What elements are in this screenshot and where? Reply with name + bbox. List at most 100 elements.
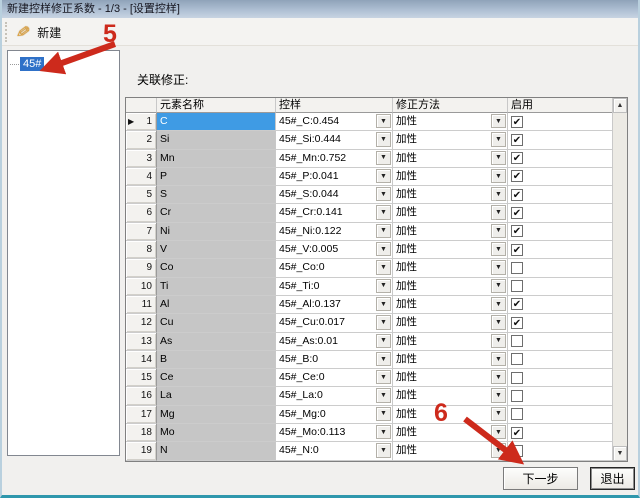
dropdown-arrow-icon[interactable]: ▼ — [376, 151, 391, 165]
correction-method-combobox[interactable]: 加性▼ — [393, 351, 508, 369]
dropdown-arrow-icon[interactable]: ▼ — [491, 352, 506, 366]
dropdown-arrow-icon[interactable]: ▼ — [376, 132, 391, 146]
dropdown-arrow-icon[interactable]: ▼ — [376, 260, 391, 274]
dropdown-arrow-icon[interactable]: ▼ — [376, 388, 391, 402]
dropdown-arrow-icon[interactable]: ▼ — [491, 169, 506, 183]
enable-checkbox[interactable]: ✔ — [511, 134, 523, 146]
enable-cell[interactable]: ✔ — [508, 150, 612, 168]
dropdown-arrow-icon[interactable]: ▼ — [376, 352, 391, 366]
enable-cell[interactable] — [508, 351, 612, 369]
dropdown-arrow-icon[interactable]: ▼ — [491, 279, 506, 293]
enable-checkbox[interactable]: ✔ — [511, 207, 523, 219]
enable-cell[interactable] — [508, 259, 612, 277]
correction-method-combobox[interactable]: 加性▼ — [393, 442, 508, 460]
dropdown-arrow-icon[interactable]: ▼ — [376, 297, 391, 311]
row-header-cell[interactable]: 8 — [126, 241, 157, 259]
control-sample-combobox[interactable]: 45#_As:0.01▼ — [276, 333, 393, 351]
enable-checkbox[interactable]: ✔ — [511, 427, 523, 439]
scroll-down-icon[interactable]: ▼ — [613, 446, 627, 461]
correction-method-combobox[interactable]: 加性▼ — [393, 314, 508, 332]
enable-checkbox[interactable]: ✔ — [511, 244, 523, 256]
row-header-cell[interactable]: 17 — [126, 406, 157, 424]
enable-cell[interactable]: ✔ — [508, 113, 612, 131]
control-sample-combobox[interactable]: 45#_Ti:0▼ — [276, 278, 393, 296]
row-header-cell[interactable]: 1▶ — [126, 113, 157, 131]
element-name-cell[interactable]: N — [157, 442, 276, 460]
dropdown-arrow-icon[interactable]: ▼ — [491, 425, 506, 439]
scroll-up-icon[interactable]: ▲ — [613, 98, 627, 113]
element-name-cell[interactable]: Mg — [157, 406, 276, 424]
enable-cell[interactable]: ✔ — [508, 296, 612, 314]
correction-method-combobox[interactable]: 加性▼ — [393, 424, 508, 442]
dropdown-arrow-icon[interactable]: ▼ — [376, 334, 391, 348]
dropdown-arrow-icon[interactable]: ▼ — [376, 169, 391, 183]
correction-method-combobox[interactable]: 加性▼ — [393, 406, 508, 424]
enable-checkbox[interactable] — [511, 445, 523, 457]
control-sample-combobox[interactable]: 45#_Si:0.444▼ — [276, 131, 393, 149]
enable-cell[interactable] — [508, 406, 612, 424]
dropdown-arrow-icon[interactable]: ▼ — [491, 151, 506, 165]
control-sample-combobox[interactable]: 45#_Ce:0▼ — [276, 369, 393, 387]
control-sample-combobox[interactable]: 45#_La:0▼ — [276, 387, 393, 405]
row-header-cell[interactable]: 12 — [126, 314, 157, 332]
element-name-cell[interactable]: Ce — [157, 369, 276, 387]
enable-checkbox[interactable]: ✔ — [511, 298, 523, 310]
dropdown-arrow-icon[interactable]: ▼ — [491, 297, 506, 311]
correction-method-combobox[interactable]: 加性▼ — [393, 387, 508, 405]
control-sample-combobox[interactable]: 45#_Cr:0.141▼ — [276, 204, 393, 222]
dropdown-arrow-icon[interactable]: ▼ — [376, 205, 391, 219]
dropdown-arrow-icon[interactable]: ▼ — [491, 260, 506, 274]
dropdown-arrow-icon[interactable]: ▼ — [491, 187, 506, 201]
header-correction-method[interactable]: 修正方法 — [393, 98, 508, 113]
dropdown-arrow-icon[interactable]: ▼ — [376, 370, 391, 384]
control-sample-combobox[interactable]: 45#_Mn:0.752▼ — [276, 150, 393, 168]
row-header-cell[interactable]: 7 — [126, 223, 157, 241]
enable-checkbox[interactable]: ✔ — [511, 189, 523, 201]
dropdown-arrow-icon[interactable]: ▼ — [376, 443, 391, 457]
exit-button[interactable]: 退出 — [590, 467, 635, 490]
correction-method-combobox[interactable]: 加性▼ — [393, 186, 508, 204]
correction-method-combobox[interactable]: 加性▼ — [393, 278, 508, 296]
enable-checkbox[interactable]: ✔ — [511, 317, 523, 329]
row-header-cell[interactable]: 13 — [126, 333, 157, 351]
element-name-cell[interactable]: Ni — [157, 223, 276, 241]
element-name-cell[interactable]: Cr — [157, 204, 276, 222]
dropdown-arrow-icon[interactable]: ▼ — [491, 388, 506, 402]
enable-checkbox[interactable] — [511, 335, 523, 347]
control-sample-combobox[interactable]: 45#_B:0▼ — [276, 351, 393, 369]
dropdown-arrow-icon[interactable]: ▼ — [491, 205, 506, 219]
row-header-cell[interactable]: 2 — [126, 131, 157, 149]
dropdown-arrow-icon[interactable]: ▼ — [376, 187, 391, 201]
enable-cell[interactable]: ✔ — [508, 424, 612, 442]
element-name-cell[interactable]: C — [157, 113, 276, 131]
correction-method-combobox[interactable]: 加性▼ — [393, 296, 508, 314]
element-name-cell[interactable]: As — [157, 333, 276, 351]
dropdown-arrow-icon[interactable]: ▼ — [491, 443, 506, 457]
correction-method-combobox[interactable]: 加性▼ — [393, 168, 508, 186]
enable-cell[interactable] — [508, 442, 612, 460]
element-name-cell[interactable]: Mo — [157, 424, 276, 442]
element-name-cell[interactable]: S — [157, 186, 276, 204]
row-header-cell[interactable]: 10 — [126, 278, 157, 296]
enable-checkbox[interactable]: ✔ — [511, 225, 523, 237]
correction-method-combobox[interactable]: 加性▼ — [393, 204, 508, 222]
dropdown-arrow-icon[interactable]: ▼ — [376, 407, 391, 421]
control-sample-combobox[interactable]: 45#_V:0.005▼ — [276, 241, 393, 259]
enable-checkbox[interactable] — [511, 408, 523, 420]
element-name-cell[interactable]: B — [157, 351, 276, 369]
element-name-cell[interactable]: V — [157, 241, 276, 259]
correction-method-combobox[interactable]: 加性▼ — [393, 259, 508, 277]
element-name-cell[interactable]: Mn — [157, 150, 276, 168]
enable-checkbox[interactable] — [511, 280, 523, 292]
dropdown-arrow-icon[interactable]: ▼ — [491, 334, 506, 348]
dropdown-arrow-icon[interactable]: ▼ — [376, 242, 391, 256]
control-sample-combobox[interactable]: 45#_Cu:0.017▼ — [276, 314, 393, 332]
control-sample-combobox[interactable]: 45#_S:0.044▼ — [276, 186, 393, 204]
control-sample-combobox[interactable]: 45#_P:0.041▼ — [276, 168, 393, 186]
row-header-cell[interactable]: 9 — [126, 259, 157, 277]
row-header-cell[interactable]: 18 — [126, 424, 157, 442]
enable-checkbox[interactable] — [511, 262, 523, 274]
enable-cell[interactable] — [508, 369, 612, 387]
control-sample-combobox[interactable]: 45#_Ni:0.122▼ — [276, 223, 393, 241]
row-header-cell[interactable]: 15 — [126, 369, 157, 387]
